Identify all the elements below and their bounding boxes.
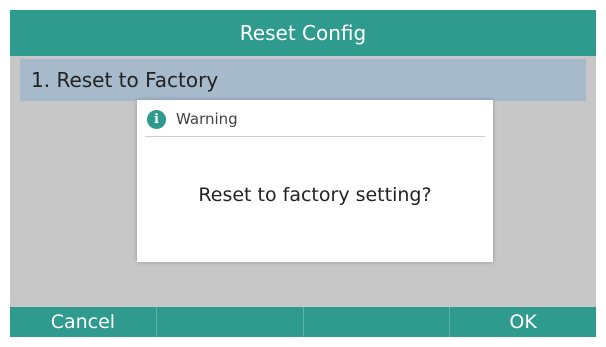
softkey-2[interactable] bbox=[157, 307, 304, 337]
softkey-3[interactable] bbox=[304, 307, 451, 337]
phone-screen: Reset Config 1. Reset to Factory i Warni… bbox=[10, 10, 596, 337]
menu-item-label: 1. Reset to Factory bbox=[31, 68, 219, 92]
title-bar: Reset Config bbox=[10, 10, 596, 56]
info-icon: i bbox=[147, 109, 166, 129]
dialog-message: Reset to factory setting? bbox=[198, 184, 432, 206]
ok-button[interactable]: OK bbox=[450, 307, 596, 337]
cancel-button[interactable]: Cancel bbox=[10, 307, 157, 337]
dialog-title: Warning bbox=[176, 110, 238, 128]
warning-dialog: i Warning Reset to factory setting? bbox=[137, 100, 493, 262]
page-title: Reset Config bbox=[239, 21, 367, 45]
menu-item-reset-to-factory[interactable]: 1. Reset to Factory bbox=[20, 59, 586, 101]
dialog-header: i Warning bbox=[145, 102, 485, 137]
softkey-bar: Cancel OK bbox=[10, 307, 596, 337]
